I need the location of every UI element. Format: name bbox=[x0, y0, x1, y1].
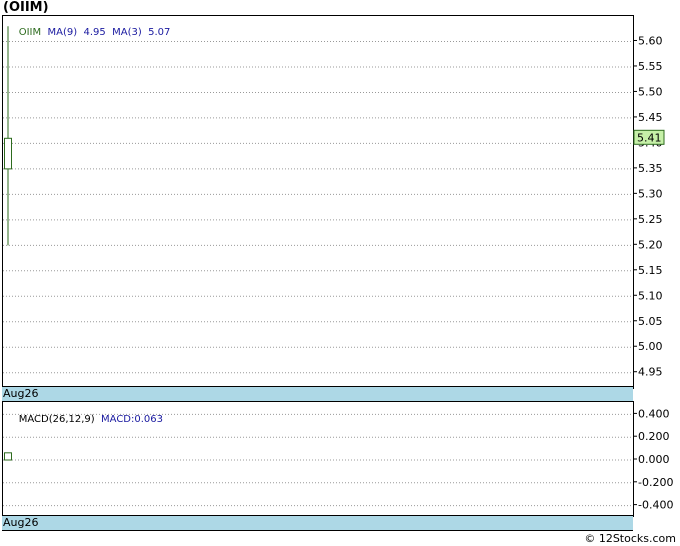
y-tick-label: 5.10 bbox=[638, 289, 663, 302]
legend-ma9-value: 4.95 bbox=[83, 27, 106, 38]
macd-legend: MACD(26,12,9) MACD:0.063 bbox=[6, 403, 163, 436]
price-plot bbox=[3, 26, 633, 374]
price-y-axis: 5.605.555.505.455.405.355.305.255.205.15… bbox=[633, 34, 665, 379]
legend-symbol: OIIM bbox=[18, 27, 42, 38]
macd-panel: MACD(26,12,9) MACD:0.063 bbox=[2, 401, 634, 517]
price-panel: OIIM MA(9) 4.95 MA(3) 5.07 bbox=[2, 15, 634, 389]
y-tick-label: 5.15 bbox=[638, 264, 663, 277]
y-tick-label: 5.25 bbox=[638, 213, 663, 226]
footer-copyright: © 12Stocks.com bbox=[584, 532, 676, 545]
price-date-label: Aug26 bbox=[3, 387, 39, 400]
y-tick-label: 5.50 bbox=[638, 85, 663, 98]
macd-bar bbox=[4, 452, 12, 461]
y-tick-label: -0.200 bbox=[638, 476, 673, 489]
y-tick-label: 0.400 bbox=[638, 407, 670, 420]
price-date-bar: Aug26 bbox=[2, 386, 633, 402]
legend-ma9-label: MA(9) bbox=[47, 27, 78, 38]
macd-params: MACD(26,12,9) bbox=[18, 414, 95, 425]
last-price-label: 5.41 bbox=[637, 131, 662, 144]
macd-value: MACD:0.063 bbox=[101, 414, 164, 425]
chart-title: (OIIM) bbox=[3, 0, 49, 15]
y-tick-label: -0.400 bbox=[638, 499, 673, 512]
y-tick-label: 0.200 bbox=[638, 430, 670, 443]
price-legend: OIIM MA(9) 4.95 MA(3) 5.07 bbox=[6, 16, 171, 49]
y-tick-label: 5.00 bbox=[638, 340, 663, 353]
y-tick-label: 5.20 bbox=[638, 238, 663, 251]
macd-date-bar: Aug26 bbox=[2, 515, 633, 531]
y-tick-label: 0.000 bbox=[638, 453, 670, 466]
macd-y-axis: 0.400 0.200 0.000 -0.200 -0.400 bbox=[633, 407, 673, 512]
y-tick-label: 5.30 bbox=[638, 187, 663, 200]
y-tick-label: 4.95 bbox=[638, 366, 663, 379]
y-tick-label: 5.05 bbox=[638, 315, 663, 328]
macd-date-label: Aug26 bbox=[3, 516, 39, 529]
y-tick-label: 5.60 bbox=[638, 34, 663, 47]
y-tick-label: 5.55 bbox=[638, 60, 663, 73]
candle-body bbox=[4, 137, 12, 170]
legend-ma3-value: 5.07 bbox=[148, 27, 171, 38]
y-tick-label: 5.45 bbox=[638, 111, 663, 124]
y-tick-label: 5.35 bbox=[638, 162, 663, 175]
legend-ma3-label: MA(3) bbox=[112, 27, 142, 38]
